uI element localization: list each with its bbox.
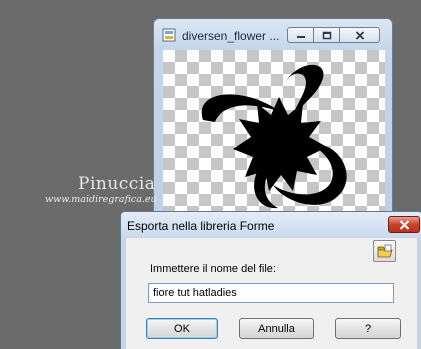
close-icon xyxy=(355,30,364,40)
image-window-titlebar[interactable]: diversen_flower ... xyxy=(154,19,392,49)
dialog-close-button[interactable] xyxy=(388,216,420,233)
export-dialog: Esporta nella libreria Forme Immettere i… xyxy=(120,211,421,349)
image-window-title: diversen_flower ... xyxy=(182,29,280,43)
ok-button[interactable]: OK xyxy=(146,318,218,339)
folder-icon xyxy=(377,244,393,257)
document-icon xyxy=(162,28,176,42)
image-window: diversen_flower ... xyxy=(153,18,393,218)
dialog-body: Immettere il nome del file: OK Annulla ? xyxy=(126,238,417,349)
browse-folder-button[interactable] xyxy=(373,240,396,262)
cancel-button[interactable]: Annulla xyxy=(239,318,314,339)
minimize-button[interactable] xyxy=(287,27,314,43)
dialog-title: Esporta nella libreria Forme xyxy=(127,219,275,233)
help-button[interactable]: ? xyxy=(335,318,401,339)
watermark-name: Pinuccia xyxy=(78,174,156,194)
maximize-icon xyxy=(322,31,331,39)
maximize-button[interactable] xyxy=(314,27,340,43)
flower-shape xyxy=(201,64,347,209)
dialog-titlebar[interactable]: Esporta nella libreria Forme xyxy=(121,212,421,238)
filename-prompt-label: Immettere il nome del file: xyxy=(150,263,276,275)
filename-input[interactable] xyxy=(148,283,394,303)
close-icon xyxy=(399,219,409,230)
watermark-site: www.maidiregrafica.eu xyxy=(45,194,157,205)
minimize-icon xyxy=(296,36,305,38)
image-close-button[interactable] xyxy=(340,27,380,43)
image-canvas[interactable] xyxy=(163,50,385,217)
